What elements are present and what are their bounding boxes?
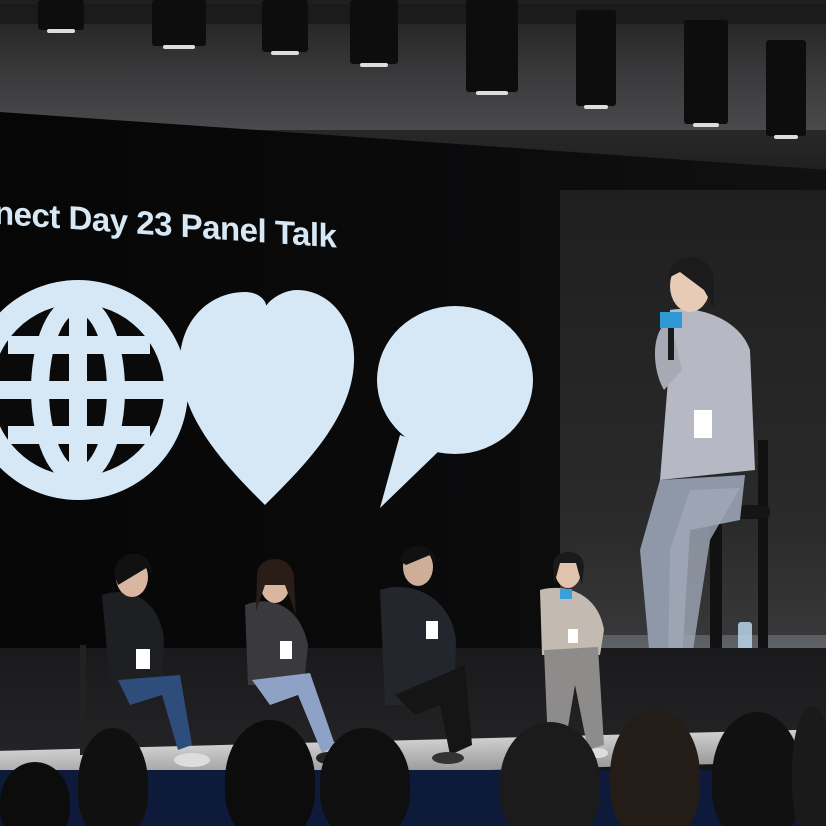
chair <box>80 645 86 755</box>
stage-light <box>684 20 728 127</box>
panelist-3 <box>380 546 472 764</box>
microphone-flag <box>660 312 682 328</box>
speech-bubble-icon <box>377 306 533 508</box>
microphone <box>668 328 674 360</box>
globe-icon <box>0 280 188 500</box>
stage-light <box>38 0 84 33</box>
stage-light <box>766 40 806 139</box>
stage-light <box>350 0 398 67</box>
stage-light <box>466 0 518 95</box>
stage-light <box>576 10 616 109</box>
stage-light <box>262 0 308 55</box>
heart-icon <box>180 290 355 505</box>
screen-icons <box>0 280 533 508</box>
stage-light <box>152 0 206 49</box>
event-photo: nect Day 23 Panel Talk <box>0 0 826 826</box>
stool-back <box>758 440 768 680</box>
hoodie <box>660 309 755 480</box>
name-badge <box>694 410 712 438</box>
audience-member <box>792 706 826 826</box>
